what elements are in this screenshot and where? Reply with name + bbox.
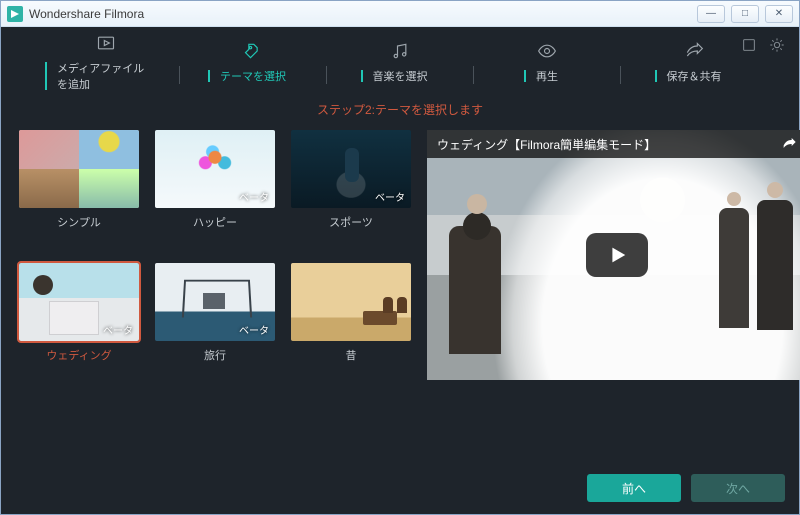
preview-titlebar: ウェディング【Filmora簡単編集モード】 bbox=[427, 130, 800, 158]
theme-label: 昔 bbox=[346, 347, 357, 363]
step-caption: ステップ2:テーマを選択します bbox=[1, 101, 799, 118]
step-label: メディアファイルを追加 bbox=[51, 60, 161, 92]
top-right-tools bbox=[741, 37, 785, 53]
theme-label: スポーツ bbox=[329, 214, 373, 230]
prev-button[interactable]: 前へ bbox=[587, 474, 681, 502]
play-icon bbox=[606, 244, 628, 266]
theme-label: ハッピー bbox=[193, 214, 237, 230]
theme-card-travel[interactable]: ベータ 旅行 bbox=[155, 263, 275, 380]
theme-card-simple[interactable]: シンプル bbox=[19, 130, 139, 247]
theme-card-happy[interactable]: ベータ ハッピー bbox=[155, 130, 275, 247]
theme-label: 旅行 bbox=[204, 347, 226, 363]
step-save-share[interactable]: 保存＆共有 bbox=[639, 40, 749, 84]
step-add-media[interactable]: メディアファイルを追加 bbox=[51, 32, 161, 92]
step-bar: メディアファイルを追加 テーマを選択 音楽を選択 再生 保存＆共有 bbox=[1, 27, 799, 97]
beta-badge: ベータ bbox=[239, 189, 269, 204]
play-button[interactable] bbox=[586, 233, 648, 277]
theme-thumb bbox=[291, 263, 411, 341]
beta-badge: ベータ bbox=[239, 322, 269, 337]
theme-thumb bbox=[19, 130, 139, 208]
step-playback[interactable]: 再生 bbox=[492, 40, 602, 84]
minimize-button[interactable]: ― bbox=[697, 5, 725, 23]
footer-actions: 前へ 次へ bbox=[587, 474, 785, 502]
theme-grid: シンプル ベータ ハッピー ベータ スポーツ ベータ ウェディング ベータ 旅行 bbox=[19, 130, 411, 380]
step-label: テーマを選択 bbox=[214, 68, 292, 84]
content-area: シンプル ベータ ハッピー ベータ スポーツ ベータ ウェディング ベータ 旅行 bbox=[1, 130, 799, 380]
share-icon bbox=[684, 40, 704, 62]
preview-pane: ウェディング【Filmora簡単編集モード】 bbox=[427, 130, 800, 380]
theme-label: ウェディング bbox=[46, 347, 111, 363]
maximize-button[interactable]: □ bbox=[731, 5, 759, 23]
app-body: メディアファイルを追加 テーマを選択 音楽を選択 再生 保存＆共有 bbox=[1, 27, 799, 514]
preview-player[interactable]: ウェディング【Filmora簡単編集モード】 bbox=[427, 130, 800, 380]
titlebar: Wondershare Filmora ― □ ✕ bbox=[1, 1, 799, 27]
theme-label: シンプル bbox=[57, 214, 101, 230]
window-frame: Wondershare Filmora ― □ ✕ メディアファイルを追加 テー… bbox=[0, 0, 800, 515]
step-label: 保存＆共有 bbox=[661, 68, 728, 84]
theme-thumb: ベータ bbox=[155, 130, 275, 208]
close-button[interactable]: ✕ bbox=[765, 5, 793, 23]
share-icon[interactable] bbox=[781, 136, 797, 152]
brightness-icon[interactable] bbox=[769, 37, 785, 53]
music-icon bbox=[390, 40, 410, 62]
eye-icon bbox=[537, 40, 557, 62]
theme-thumb: ベータ bbox=[19, 263, 139, 341]
window-title: Wondershare Filmora bbox=[29, 7, 144, 21]
beta-badge: ベータ bbox=[375, 189, 405, 204]
theme-thumb: ベータ bbox=[291, 130, 411, 208]
theme-card-wedding[interactable]: ベータ ウェディング bbox=[19, 263, 139, 380]
step-select-music[interactable]: 音楽を選択 bbox=[345, 40, 455, 84]
preview-title: ウェディング【Filmora簡単編集モード】 bbox=[437, 136, 656, 153]
media-icon bbox=[96, 32, 116, 54]
beta-badge: ベータ bbox=[103, 322, 133, 337]
theme-thumb: ベータ bbox=[155, 263, 275, 341]
step-select-theme[interactable]: テーマを選択 bbox=[198, 40, 308, 84]
step-label: 再生 bbox=[530, 68, 564, 84]
fullscreen-icon[interactable] bbox=[741, 37, 757, 53]
theme-icon bbox=[243, 40, 263, 62]
theme-card-vintage[interactable]: 昔 bbox=[291, 263, 411, 380]
step-label: 音楽を選択 bbox=[367, 68, 434, 84]
theme-card-sports[interactable]: ベータ スポーツ bbox=[291, 130, 411, 247]
next-button[interactable]: 次へ bbox=[691, 474, 785, 502]
app-icon bbox=[7, 6, 23, 22]
